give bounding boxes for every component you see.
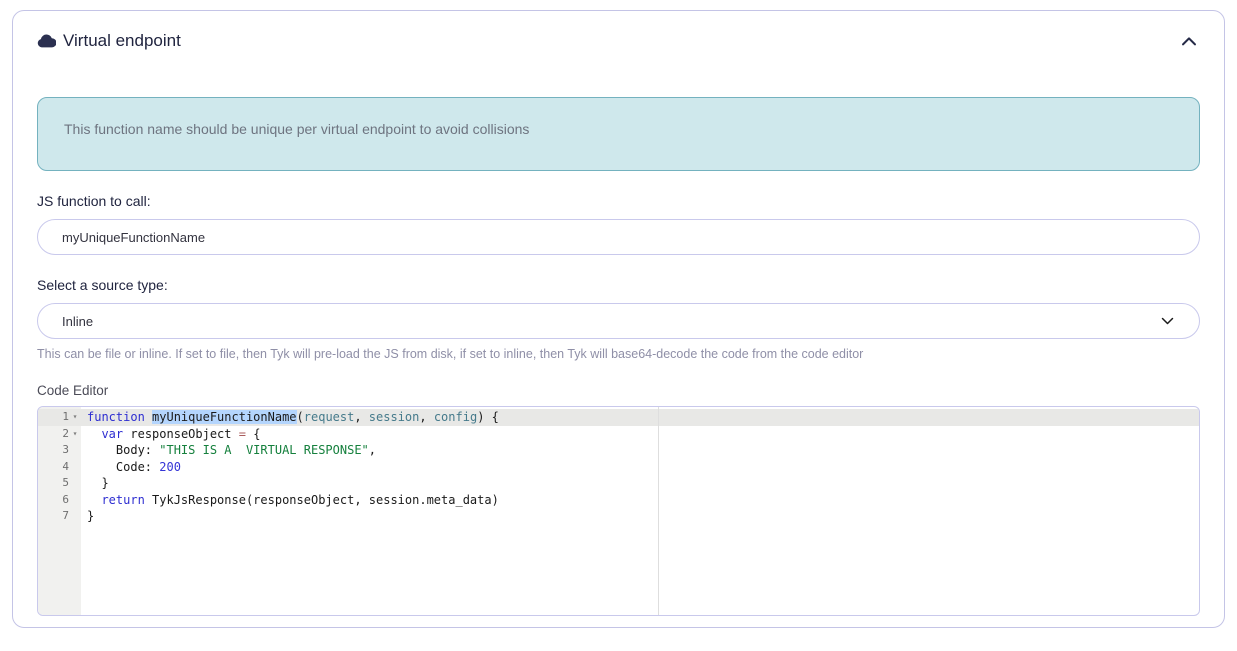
line-gutter: 2▾: [38, 426, 81, 443]
code-text: var responseObject = {: [81, 426, 260, 443]
line-number: 6: [38, 492, 69, 509]
code-line[interactable]: 5 }: [38, 475, 1199, 492]
code-editor-label: Code Editor: [37, 382, 1200, 400]
js-function-group: JS function to call:: [37, 191, 1200, 255]
code-text: function myUniqueFunctionName(request, s…: [81, 409, 499, 426]
line-number: 1: [38, 409, 69, 426]
js-function-input[interactable]: [37, 219, 1200, 255]
source-type-select[interactable]: Inline: [37, 303, 1200, 339]
line-gutter: 4: [38, 459, 81, 476]
line-number: 4: [38, 459, 69, 476]
line-gutter: 7: [38, 508, 81, 525]
info-banner: This function name should be unique per …: [37, 97, 1200, 171]
line-number: 7: [38, 508, 69, 525]
code-lines: 1▾function myUniqueFunctionName(request,…: [38, 409, 1199, 525]
line-gutter: 3: [38, 442, 81, 459]
fold-triangle-icon[interactable]: ▾: [69, 426, 81, 443]
code-line[interactable]: 1▾function myUniqueFunctionName(request,…: [38, 409, 1199, 426]
code-editor[interactable]: 1▾function myUniqueFunctionName(request,…: [37, 406, 1200, 616]
chevron-down-icon: [1160, 316, 1175, 326]
fold-spacer: [69, 442, 81, 459]
source-type-help: This can be file or inline. If set to fi…: [37, 346, 1200, 362]
source-type-label: Select a source type:: [37, 275, 1200, 295]
code-text: }: [81, 508, 94, 525]
code-line[interactable]: 4 Code: 200: [38, 459, 1199, 476]
collapse-button[interactable]: [1178, 33, 1200, 49]
line-gutter: 5: [38, 475, 81, 492]
fold-triangle-icon[interactable]: ▾: [69, 409, 81, 426]
chevron-up-icon: [1180, 35, 1198, 47]
code-line[interactable]: 3 Body: "THIS IS A VIRTUAL RESPONSE",: [38, 442, 1199, 459]
line-number: 3: [38, 442, 69, 459]
source-type-selected-value: Inline: [62, 314, 93, 329]
line-number: 2: [38, 426, 69, 443]
code-text: }: [81, 475, 109, 492]
line-number: 5: [38, 475, 69, 492]
fold-spacer: [69, 508, 81, 525]
source-type-group: Select a source type: Inline This can be…: [37, 275, 1200, 362]
info-banner-text: This function name should be unique per …: [64, 121, 529, 137]
code-line[interactable]: 2▾ var responseObject = {: [38, 426, 1199, 443]
code-text: Code: 200: [81, 459, 181, 476]
code-line[interactable]: 6 return TykJsResponse(responseObject, s…: [38, 492, 1199, 509]
code-line[interactable]: 7}: [38, 508, 1199, 525]
fold-spacer: [69, 492, 81, 509]
fold-spacer: [69, 459, 81, 476]
panel-title: Virtual endpoint: [63, 29, 181, 53]
panel-header: Virtual endpoint: [37, 29, 1200, 53]
js-function-label: JS function to call:: [37, 191, 1200, 211]
fold-spacer: [69, 475, 81, 492]
line-gutter: 1▾: [38, 409, 81, 426]
code-text: Body: "THIS IS A VIRTUAL RESPONSE",: [81, 442, 376, 459]
cloud-icon: [37, 34, 56, 48]
virtual-endpoint-panel: Virtual endpoint This function name shou…: [12, 10, 1225, 628]
line-gutter: 6: [38, 492, 81, 509]
code-text: return TykJsResponse(responseObject, ses…: [81, 492, 499, 509]
